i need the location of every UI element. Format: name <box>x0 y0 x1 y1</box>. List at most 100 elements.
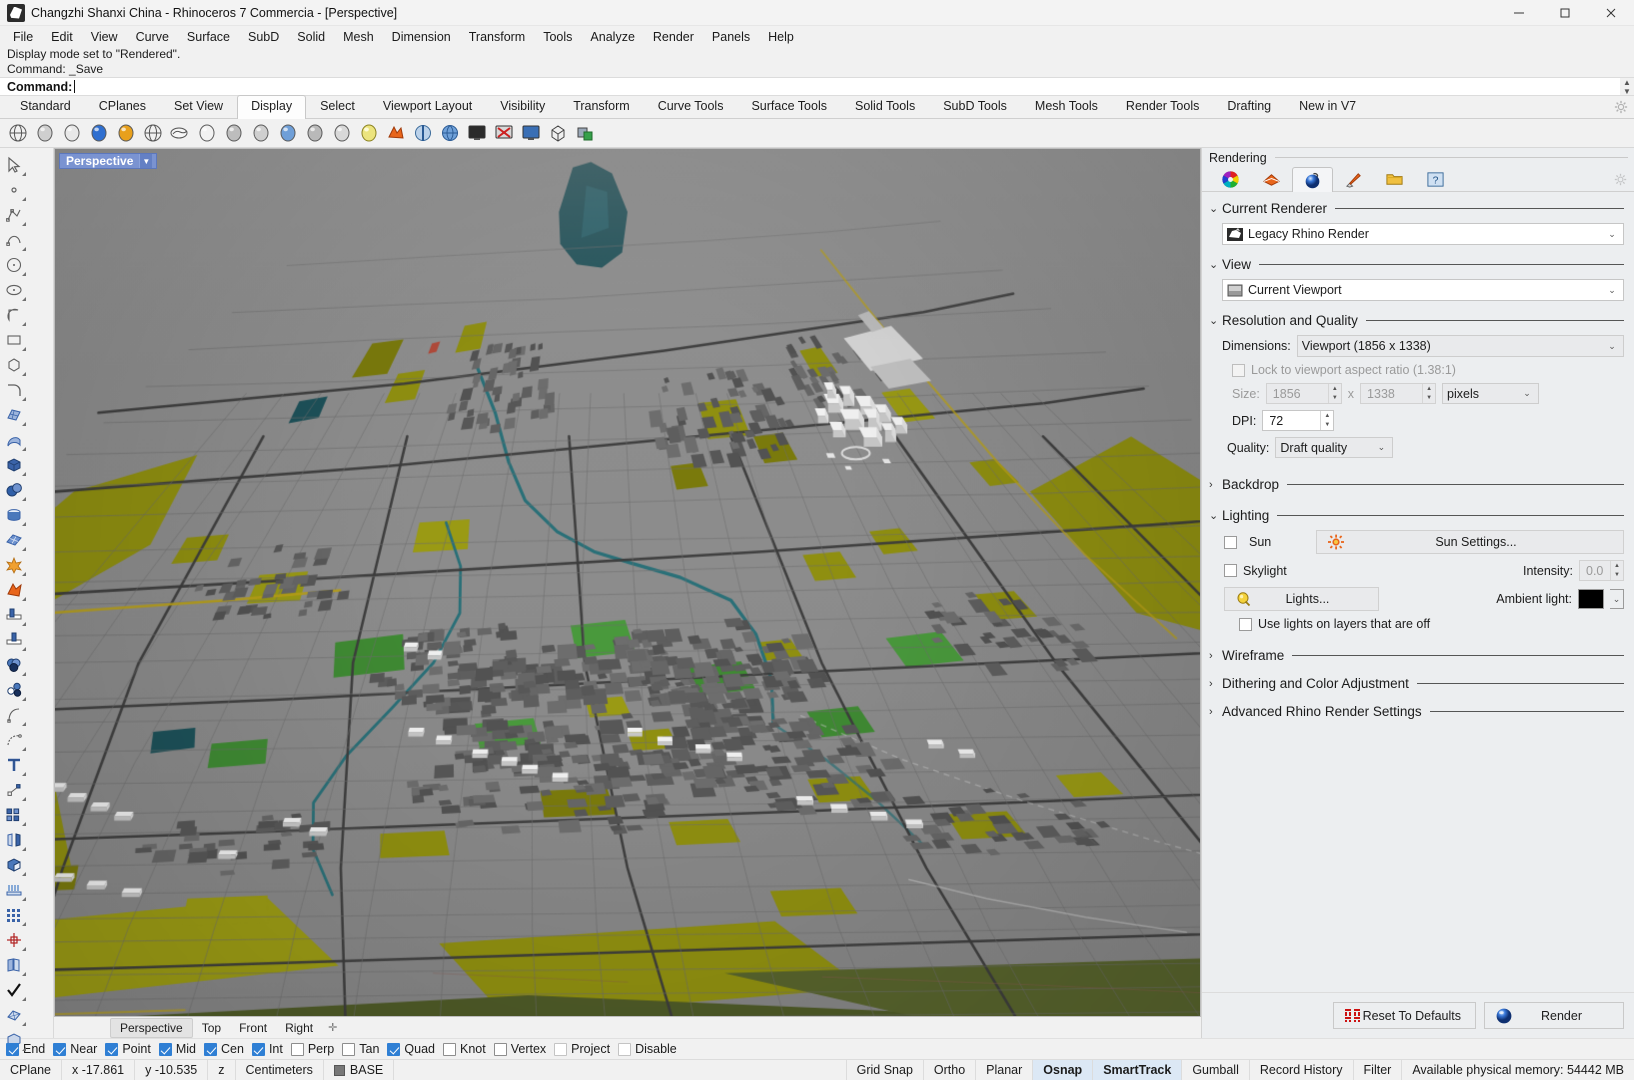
spinner-arrows[interactable]: ▲ ▼ <box>1327 384 1341 403</box>
section-header-dithering[interactable]: › Dithering and Color Adjustment <box>1202 672 1634 695</box>
viewport-tab-front[interactable]: Front <box>230 1019 276 1037</box>
environments-tab[interactable] <box>1251 167 1292 191</box>
bounding-box-icon[interactable] <box>545 121 570 146</box>
status-toggle-smarttrack[interactable]: SmartTrack <box>1093 1060 1183 1080</box>
point-icon[interactable] <box>0 177 27 202</box>
chevron-right-icon[interactable]: › <box>1209 678 1222 690</box>
osnap-quad[interactable]: Quad <box>387 1042 443 1056</box>
display-options-icon[interactable] <box>572 121 597 146</box>
xray-icon[interactable] <box>167 121 192 146</box>
quality-combobox[interactable]: Draft quality ⌄ <box>1275 437 1394 458</box>
help-tab[interactable]: ? <box>1415 167 1456 191</box>
toolbar-tab-transform[interactable]: Transform <box>559 95 644 118</box>
osnap-disable-checkbox[interactable] <box>618 1042 632 1056</box>
osnap-int[interactable]: Int <box>251 1042 291 1056</box>
spinner-arrows[interactable]: ▲ ▼ <box>1422 384 1435 403</box>
shade-selected-icon[interactable] <box>302 121 327 146</box>
menu-item-transform[interactable]: Transform <box>460 29 535 45</box>
osnap-project-checkbox[interactable] <box>554 1042 568 1056</box>
toolbar-tab-standard[interactable]: Standard <box>6 95 85 118</box>
skylight-checkbox[interactable] <box>1224 564 1237 577</box>
gear-icon[interactable] <box>1614 173 1627 186</box>
chevron-down-icon[interactable]: ⌄ <box>1209 509 1222 522</box>
shaded-icon[interactable] <box>32 121 57 146</box>
render-button[interactable]: Render <box>1484 1002 1624 1029</box>
osnap-perp-checkbox[interactable] <box>290 1042 304 1056</box>
boolean-difference-icon[interactable] <box>0 677 27 702</box>
dpi-spinner[interactable]: 72 ▲ ▼ <box>1262 410 1335 431</box>
status-toggle-osnap[interactable]: Osnap <box>1033 1060 1094 1080</box>
fillet-curve-icon[interactable] <box>0 377 27 402</box>
viewport-tab-top[interactable]: Top <box>193 1019 230 1037</box>
toolbar-tab-new-in-v7[interactable]: New in V7 <box>1285 95 1370 118</box>
chevron-down-icon[interactable]: ⌄ <box>1209 202 1222 215</box>
section-header-resolution-quality[interactable]: ⌄ Resolution and Quality <box>1202 309 1634 332</box>
mirror-icon[interactable] <box>0 827 27 852</box>
chevron-down-icon[interactable]: ⌄ <box>1605 285 1619 296</box>
chevron-down-icon[interactable]: ⌄ <box>1605 229 1619 240</box>
toolbar-tab-surface-tools[interactable]: Surface Tools <box>737 95 841 118</box>
toolbar-tab-solid-tools[interactable]: Solid Tools <box>841 95 929 118</box>
toolbar-tab-viewport-layout[interactable]: Viewport Layout <box>369 95 486 118</box>
minimize-button[interactable] <box>1496 0 1542 26</box>
osnap-point-checkbox[interactable] <box>105 1042 119 1056</box>
intensity-spinner[interactable]: 0.0 ▲ ▼ <box>1579 560 1624 581</box>
raytraced-icon[interactable] <box>248 121 273 146</box>
toolbar-tab-mesh-tools[interactable]: Mesh Tools <box>1021 95 1112 118</box>
section-header-advanced[interactable]: › Advanced Rhino Render Settings <box>1202 700 1634 723</box>
technical-icon[interactable] <box>221 121 246 146</box>
rectangular-array-icon[interactable] <box>0 902 27 927</box>
toolbar-tab-drafting[interactable]: Drafting <box>1213 95 1285 118</box>
pen-icon[interactable] <box>140 121 165 146</box>
viewport-title-label[interactable]: Perspective ▼ <box>59 153 158 169</box>
size-units-combobox[interactable]: pixels ⌄ <box>1442 383 1540 404</box>
osnap-vertex-checkbox[interactable] <box>493 1042 507 1056</box>
surface-patch-icon[interactable] <box>0 527 27 552</box>
viewport-tab-perspective[interactable]: Perspective <box>110 1017 193 1038</box>
environment-icon[interactable] <box>437 121 462 146</box>
menu-item-view[interactable]: View <box>82 29 127 45</box>
toolbar-tab-display[interactable]: Display <box>237 95 307 119</box>
polygon-icon[interactable] <box>0 352 27 377</box>
array-icon[interactable] <box>0 877 27 902</box>
osnap-quad-checkbox[interactable] <box>387 1042 401 1056</box>
remove-clipping-icon[interactable] <box>491 121 516 146</box>
command-scroll-arrows[interactable]: ▲ ▼ <box>1620 78 1634 96</box>
chevron-down-icon[interactable]: ⌄ <box>1605 341 1619 352</box>
lights-button[interactable]: Lights... <box>1224 587 1379 611</box>
rectangle-icon[interactable] <box>0 327 27 352</box>
osnap-cen[interactable]: Cen <box>204 1042 252 1056</box>
gear-icon[interactable] <box>1614 100 1628 114</box>
rendering-tab[interactable] <box>1292 167 1333 192</box>
menu-item-help[interactable]: Help <box>759 29 803 45</box>
section-header-view[interactable]: ⌄ View <box>1202 253 1634 276</box>
sun-shade-icon[interactable] <box>383 121 408 146</box>
menu-item-tools[interactable]: Tools <box>534 29 581 45</box>
toolbar-tab-curve-tools[interactable]: Curve Tools <box>644 95 738 118</box>
arctic-icon[interactable] <box>194 121 219 146</box>
osnap-vertex[interactable]: Vertex <box>493 1042 554 1056</box>
osnap-cen-checkbox[interactable] <box>204 1042 217 1056</box>
perspective-viewport[interactable]: Perspective ▼ <box>54 148 1201 1017</box>
group-icon[interactable] <box>0 802 27 827</box>
toolbar-tab-subd-tools[interactable]: SubD Tools <box>929 95 1021 118</box>
sphere-icon[interactable] <box>0 477 27 502</box>
menu-item-mesh[interactable]: Mesh <box>334 29 383 45</box>
cylinder-icon[interactable] <box>0 502 27 527</box>
ground-plane-tab[interactable] <box>1333 167 1374 191</box>
fullscreen-icon[interactable] <box>518 121 543 146</box>
boolean-union-icon[interactable] <box>0 652 27 677</box>
sun-checkbox-group[interactable]: Sun <box>1224 535 1316 549</box>
osnap-project[interactable]: Project <box>554 1042 618 1056</box>
boolean-split-icon[interactable] <box>0 577 27 602</box>
osnap-knot[interactable]: Knot <box>443 1042 494 1056</box>
chevron-down-icon[interactable]: ⌄ <box>1374 442 1388 453</box>
chevron-right-icon[interactable]: › <box>1209 650 1222 662</box>
polyline-icon[interactable] <box>0 202 27 227</box>
osnap-perp[interactable]: Perp <box>290 1042 342 1056</box>
unroll-icon[interactable] <box>0 952 27 977</box>
trim-icon[interactable] <box>0 602 27 627</box>
osnap-near-checkbox[interactable] <box>53 1042 67 1056</box>
spinner-arrows[interactable]: ▲ ▼ <box>1320 411 1333 430</box>
menu-item-solid[interactable]: Solid <box>288 29 334 45</box>
